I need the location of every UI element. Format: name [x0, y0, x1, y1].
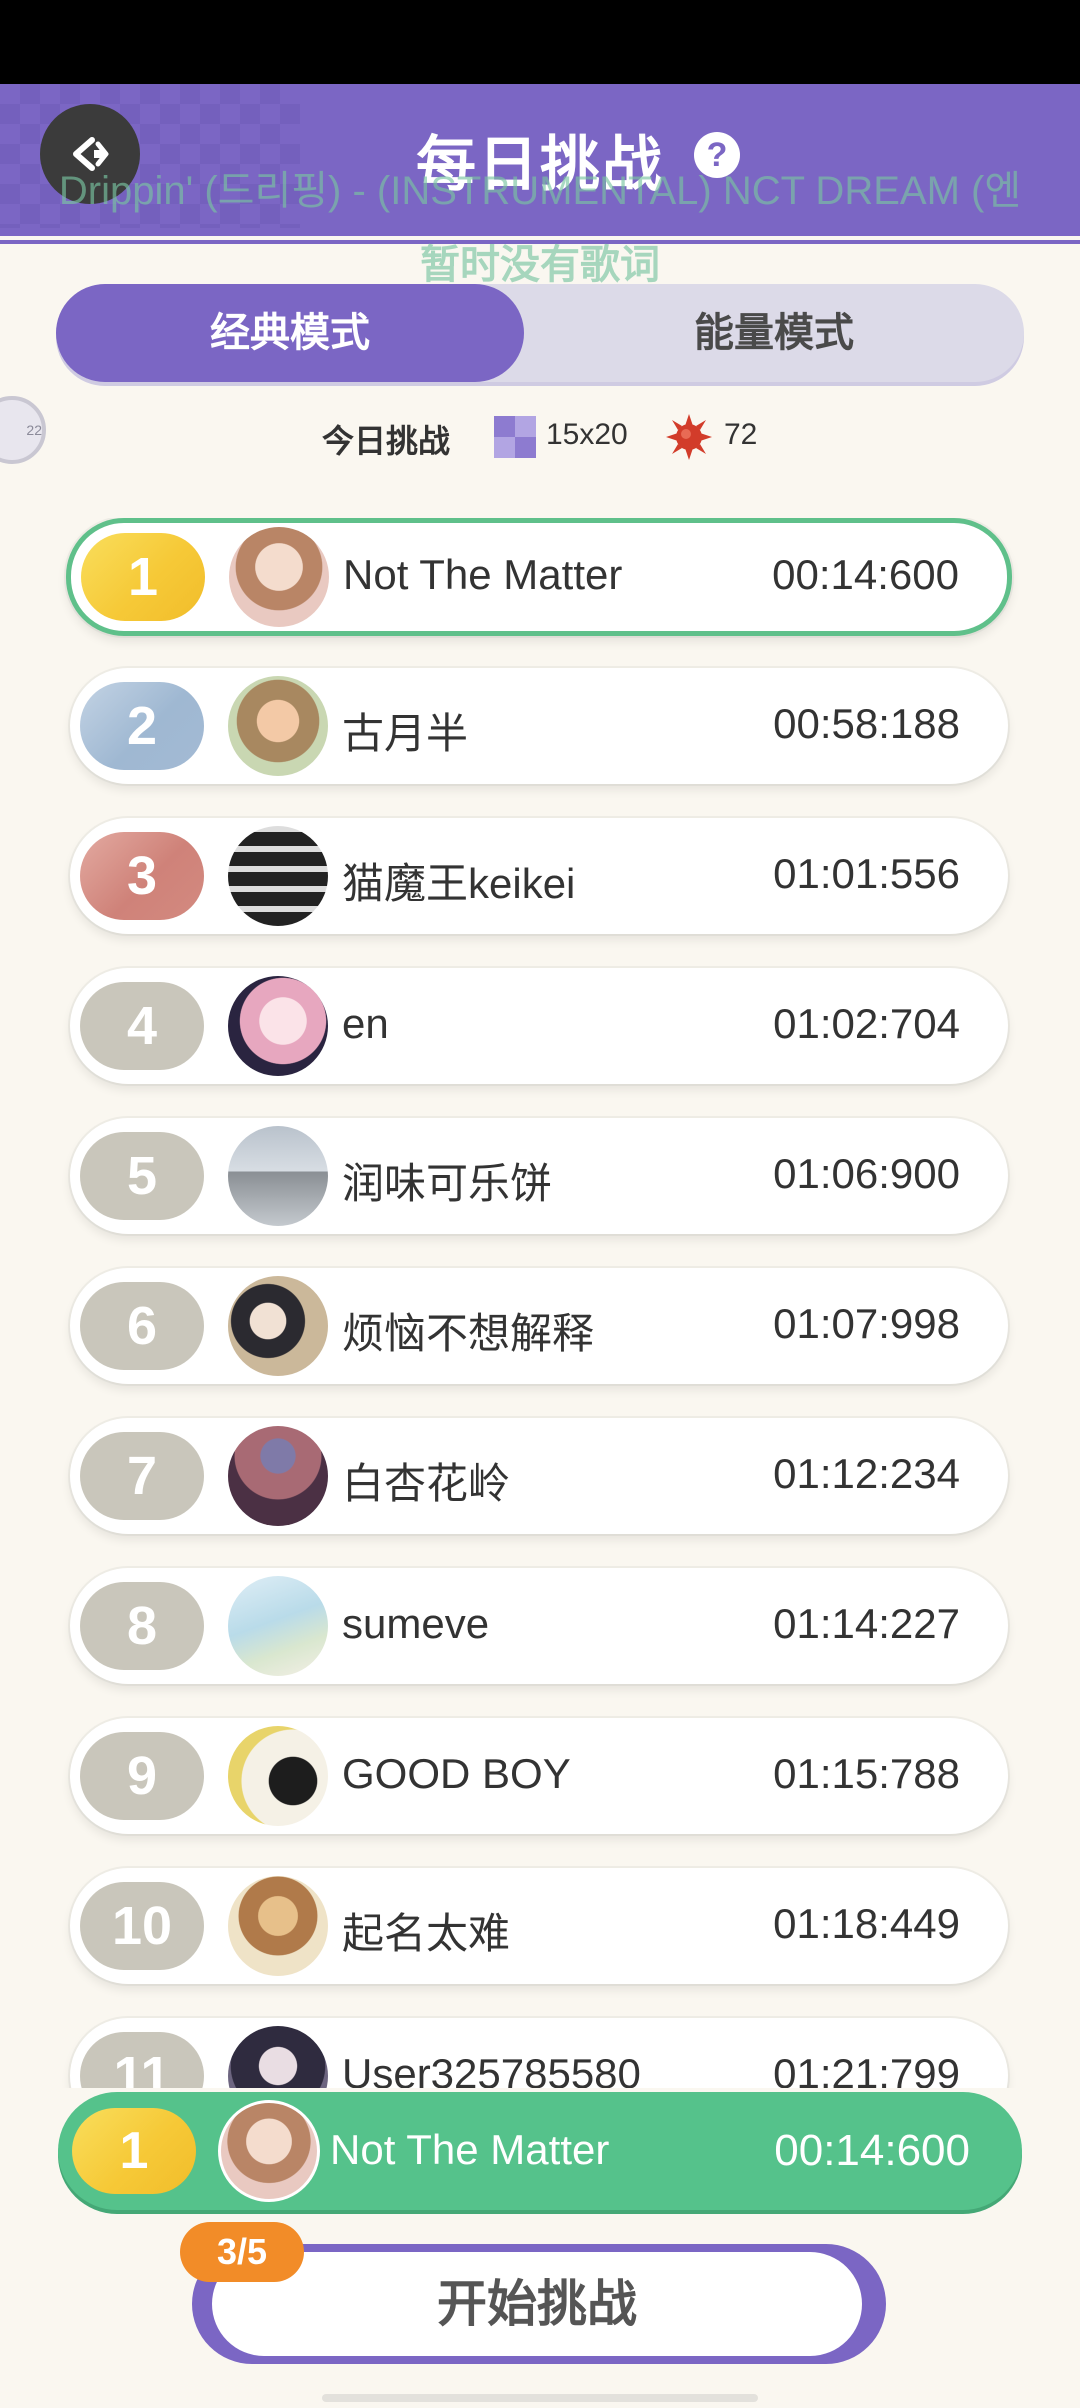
grid-size-value: 15x20 — [546, 418, 628, 451]
my-rank-badge: 1 — [72, 2108, 196, 2194]
lyric-song-line: Drippin' (드리핑) - (INSTRUMENTAL) NCT DREA… — [58, 169, 1022, 213]
leaderboard-row[interactable]: 9 GOOD BOY 01:15:788 — [70, 1718, 1008, 1834]
avatar — [228, 1276, 328, 1376]
rank-badge: 3 — [80, 832, 204, 920]
avatar — [228, 676, 328, 776]
player-name: 古月半 — [342, 710, 469, 757]
avatar — [229, 527, 329, 627]
player-time: 01:21:799 — [773, 2050, 960, 2088]
rank-badge: 7 — [80, 1432, 204, 1520]
player-time: 00:58:188 — [773, 700, 960, 747]
home-indicator[interactable] — [322, 2394, 758, 2402]
leaderboard-row[interactable]: 2 古月半 00:58:188 — [70, 668, 1008, 784]
avatar — [228, 1576, 328, 1676]
leaderboard-row[interactable]: 5 润味可乐饼 01:06:900 — [70, 1118, 1008, 1234]
player-name: User325785580 — [342, 2050, 641, 2088]
my-rank-row[interactable]: 1 Not The Matter 00:14:600 — [58, 2092, 1022, 2210]
tab-energy-mode[interactable]: 能量模式 — [524, 284, 1024, 382]
rank-badge: 11 — [80, 2032, 204, 2088]
leaderboard-row[interactable]: 11 User325785580 01:21:799 — [70, 2018, 1008, 2088]
player-name: 起名太难 — [342, 1910, 511, 1957]
grid-icon — [494, 416, 536, 458]
player-name: sumeve — [342, 1600, 490, 1647]
player-time: 01:18:449 — [773, 1900, 960, 1947]
player-name: 烦恼不想解释 — [342, 1310, 595, 1357]
rank-badge: 10 — [80, 1882, 204, 1970]
start-challenge-label: 开始挑战 — [212, 2252, 862, 2356]
energy-value: 72 — [724, 418, 758, 451]
rank-badge: 1 — [81, 533, 205, 621]
player-time: 01:06:900 — [773, 1150, 960, 1197]
player-time: 01:15:788 — [773, 1750, 960, 1797]
leaderboard-list[interactable]: 1 Not The Matter 00:14:600 2 古月半 00:58:1… — [0, 518, 1080, 2088]
leaderboard-row[interactable]: 3 猫魔王keikei 01:01:556 — [70, 818, 1008, 934]
player-name: 猫魔王keikei — [342, 860, 576, 907]
avatar — [228, 1726, 328, 1826]
player-time: 01:12:234 — [773, 1450, 960, 1497]
my-player-time: 00:14:600 — [774, 2126, 970, 2175]
my-avatar — [218, 2100, 320, 2202]
energy-sun-icon — [666, 414, 712, 460]
player-name: en — [342, 1000, 389, 1047]
player-name: Not The Matter — [343, 551, 623, 598]
rank-badge: 9 — [80, 1732, 204, 1820]
leaderboard-row[interactable]: 7 白杏花岭 01:12:234 — [70, 1418, 1008, 1534]
avatar — [228, 1426, 328, 1526]
rank-badge: 5 — [80, 1132, 204, 1220]
leaderboard-row[interactable]: 4 en 01:02:704 — [70, 968, 1008, 1084]
tab-classic-mode[interactable]: 经典模式 — [56, 284, 524, 382]
my-player-name: Not The Matter — [330, 2126, 610, 2173]
lyric-status-line: 暂时没有歌词 — [420, 243, 660, 287]
mode-toggle: 经典模式 能量模式 — [56, 284, 1024, 382]
player-name: 润味可乐饼 — [342, 1160, 553, 1207]
avatar — [228, 826, 328, 926]
leaderboard-row[interactable]: 6 烦恼不想解释 01:07:998 — [70, 1268, 1008, 1384]
leaderboard-row[interactable]: 8 sumeve 01:14:227 — [70, 1568, 1008, 1684]
player-name: GOOD BOY — [342, 1750, 571, 1797]
avatar — [228, 2026, 328, 2088]
player-time: 01:02:704 — [773, 1000, 960, 1047]
rank-badge: 4 — [80, 982, 204, 1070]
player-time: 00:14:600 — [772, 551, 959, 598]
player-name: 白杏花岭 — [342, 1460, 511, 1507]
status-bar — [0, 0, 1080, 84]
player-time: 01:14:227 — [773, 1600, 960, 1647]
today-challenge-label: 今日挑战 — [322, 423, 451, 459]
attempts-badge: 3/5 — [180, 2222, 304, 2282]
avatar — [228, 1876, 328, 1976]
avatar — [228, 1126, 328, 1226]
leaderboard-row[interactable]: 1 Not The Matter 00:14:600 — [66, 518, 1012, 636]
player-time: 01:07:998 — [773, 1300, 960, 1347]
rank-badge: 2 — [80, 682, 204, 770]
avatar — [228, 976, 328, 1076]
rank-badge: 6 — [80, 1282, 204, 1370]
player-time: 01:01:556 — [773, 850, 960, 897]
today-challenge-info: 今日挑战 15x20 72 — [0, 408, 1080, 464]
rank-badge: 8 — [80, 1582, 204, 1670]
leaderboard-row[interactable]: 10 起名太难 01:18:449 — [70, 1868, 1008, 1984]
